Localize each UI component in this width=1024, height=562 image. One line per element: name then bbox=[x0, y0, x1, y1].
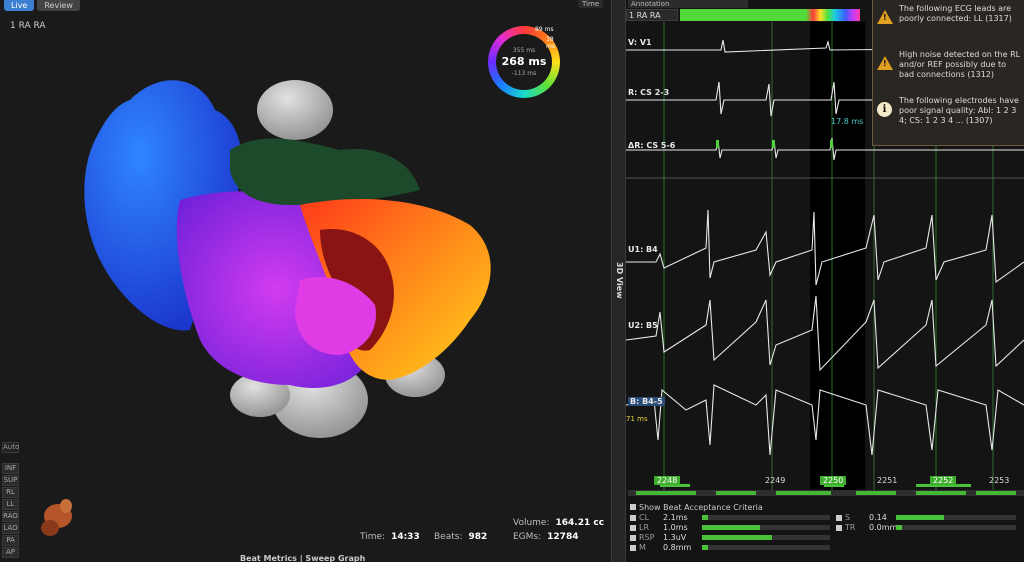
egms-label: EGMs: bbox=[513, 532, 542, 542]
volume-value: 164.21 cc bbox=[555, 518, 605, 528]
dial-arc-left: 89 ms bbox=[535, 26, 554, 33]
notification-text: The following electrodes have poor signa… bbox=[899, 96, 1019, 125]
beat-number[interactable]: 2251 bbox=[874, 476, 900, 485]
beats-stat: Beats: 982 bbox=[434, 532, 487, 542]
notifications-panel: ! The following ECG leads are poorly con… bbox=[872, 0, 1024, 146]
channel-b4-label[interactable]: U1: B4 bbox=[628, 245, 658, 254]
beat-number[interactable]: 2250 bbox=[820, 476, 847, 485]
beats-value: 982 bbox=[468, 532, 488, 542]
3d-view-vertical-label: 3D View bbox=[615, 262, 624, 299]
criteria-s: S 0.14 bbox=[836, 513, 1022, 522]
activation-window-dial[interactable]: 355 ms 268 ms -113 ms 89 ms 38 ms bbox=[488, 26, 560, 98]
dial-center: 355 ms 268 ms -113 ms bbox=[496, 34, 552, 90]
criteria-lr: LR 1.0ms bbox=[630, 523, 830, 532]
info-icon: i bbox=[877, 102, 893, 118]
view-rl-button[interactable]: RL bbox=[2, 487, 19, 498]
cs-interval-annotation: 17.8 ms bbox=[831, 117, 864, 126]
b-interval-annotation: 71 ms bbox=[626, 415, 648, 423]
dial-bottom-value: -113 ms bbox=[511, 70, 537, 77]
panel-divider[interactable]: 3D View bbox=[611, 0, 626, 562]
timeline-beats bbox=[636, 491, 1016, 495]
checkbox-icon[interactable] bbox=[630, 504, 636, 510]
time-stat: Time: 14:33 bbox=[360, 532, 420, 542]
view-rao-button[interactable]: RAO bbox=[2, 511, 19, 522]
criteria-tr: TR 0.0mm bbox=[836, 523, 1022, 532]
channel-cs-2-3-label[interactable]: R: CS 2-3 bbox=[628, 88, 669, 97]
beat-number[interactable]: 2252 bbox=[930, 476, 957, 485]
signals-panel[interactable]: Annotation 1 RA RA V: V1 R: CS 2-3 ΔR: C… bbox=[626, 0, 1024, 562]
criteria-slider[interactable] bbox=[702, 545, 830, 550]
view-pa-button[interactable]: PA bbox=[2, 535, 19, 546]
volume-stat: Volume: 164.21 cc bbox=[513, 518, 604, 528]
dial-arc-right: 38 ms bbox=[546, 36, 555, 50]
dial-top-value: 355 ms bbox=[512, 47, 536, 54]
criteria-cl: CL 2.1ms bbox=[630, 513, 830, 522]
view-auto-button[interactable]: Auto bbox=[2, 442, 19, 453]
notification-ecg-leads[interactable]: ! The following ECG leads are poorly con… bbox=[873, 4, 1024, 24]
criteria-slider[interactable] bbox=[702, 515, 830, 520]
checkbox-icon[interactable] bbox=[836, 514, 842, 521]
channel-b4-5-label[interactable]: B: B4-5 bbox=[628, 397, 665, 406]
criteria-slider[interactable] bbox=[702, 525, 830, 530]
criteria-slider[interactable] bbox=[896, 525, 1016, 530]
view-sup-button[interactable]: SUP bbox=[2, 475, 19, 486]
checkbox-icon[interactable] bbox=[630, 544, 636, 551]
channel-cs-5-6-label[interactable]: ΔR: CS 5-6 bbox=[628, 141, 675, 150]
view-lao-button[interactable]: LAO bbox=[2, 523, 19, 534]
3d-map-panel[interactable]: Live Review 1 RA RA Time 355 ms 268 ms -… bbox=[0, 0, 611, 562]
criteria-slider[interactable] bbox=[896, 515, 1016, 520]
notification-noise[interactable]: ! High noise detected on the RL and/or R… bbox=[873, 50, 1024, 80]
checkbox-icon[interactable] bbox=[630, 534, 636, 541]
orientation-torso-icon bbox=[41, 499, 72, 536]
channel-v1-label[interactable]: V: V1 bbox=[628, 38, 652, 47]
egms-value: 12784 bbox=[547, 532, 579, 542]
checkbox-icon[interactable] bbox=[630, 524, 636, 531]
view-ll-button[interactable]: LL bbox=[2, 499, 19, 510]
beat-number[interactable]: 2249 bbox=[762, 476, 788, 485]
beat-number[interactable]: 2253 bbox=[986, 476, 1012, 485]
checkbox-icon[interactable] bbox=[836, 524, 842, 531]
beat-acceptance-toggle[interactable]: Show Beat Acceptance Criteria bbox=[630, 503, 763, 512]
beats-label: Beats: bbox=[434, 532, 463, 542]
checkbox-icon[interactable] bbox=[630, 514, 636, 521]
criteria-m: M 0.8mm bbox=[630, 543, 830, 552]
egms-stat: EGMs: 12784 bbox=[513, 532, 578, 542]
dial-window-value: 268 ms bbox=[501, 55, 547, 68]
beat-number[interactable]: 2248 bbox=[654, 476, 681, 485]
map-grey-region bbox=[257, 80, 333, 140]
volume-label: Volume: bbox=[513, 518, 550, 528]
warning-icon: ! bbox=[877, 56, 893, 72]
channel-b5-label[interactable]: U2: B5 bbox=[628, 321, 658, 330]
criteria-rsp: RSP 1.3uV bbox=[630, 533, 830, 542]
time-label: Time: bbox=[360, 532, 386, 542]
time-value: 14:33 bbox=[391, 532, 420, 542]
notification-text: High noise detected on the RL and/or REF… bbox=[899, 50, 1021, 79]
notification-signal-quality[interactable]: i The following electrodes have poor sig… bbox=[873, 96, 1024, 126]
notification-text: The following ECG leads are poorly conne… bbox=[899, 4, 1012, 23]
criteria-slider[interactable] bbox=[702, 535, 830, 540]
view-inf-button[interactable]: INF bbox=[2, 463, 19, 474]
bottom-tab-bar[interactable]: Beat Metrics | Sweep Graph bbox=[240, 554, 365, 562]
warning-icon: ! bbox=[877, 10, 893, 26]
view-orientation-toolbar: Auto INF SUP RL LL RAO LAO PA AP bbox=[2, 442, 19, 559]
view-ap-button[interactable]: AP bbox=[2, 547, 19, 558]
map-green-cavity bbox=[230, 138, 420, 205]
